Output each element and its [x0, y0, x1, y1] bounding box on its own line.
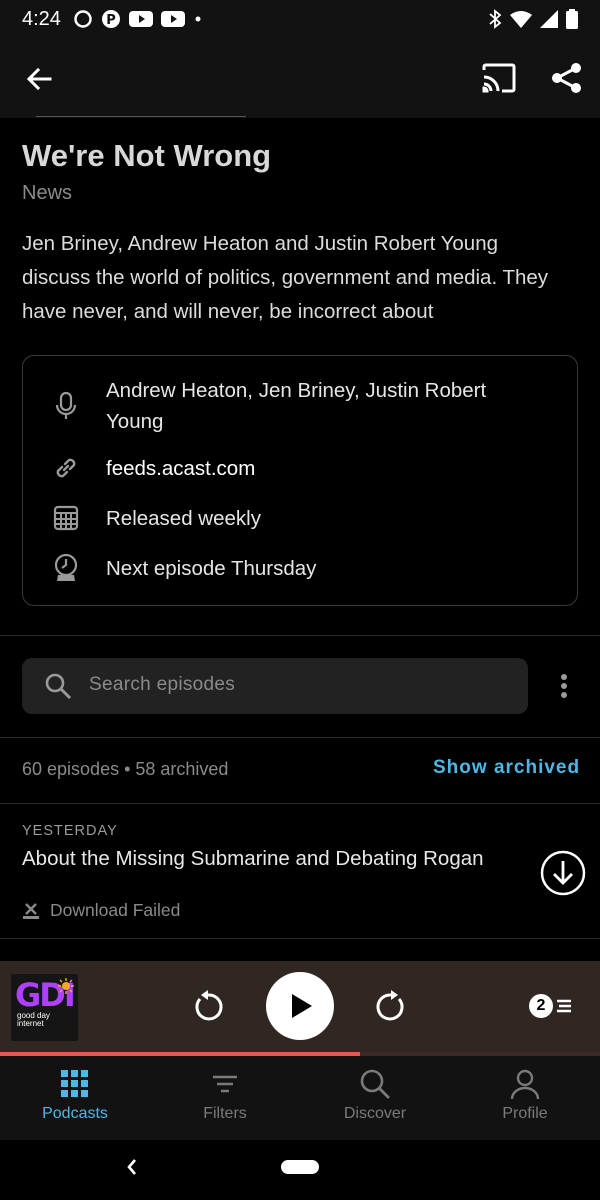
authors-text: Andrew Heaton, Jen Briney, Justin Robert… — [106, 379, 487, 433]
arrow-back-icon — [26, 67, 52, 91]
episode-status-text: Download Failed — [50, 900, 181, 920]
clock-icon — [51, 553, 81, 583]
mini-player[interactable]: GDI good day internet 2 — [0, 961, 600, 1053]
artwork-subtext: good day internet — [17, 1011, 50, 1028]
episode-artwork[interactable]: GDI good day internet — [11, 974, 78, 1041]
next-episode-text: Next episode Thursday — [106, 557, 317, 580]
pinterest-icon: P — [101, 10, 120, 28]
queue-list-icon — [557, 999, 571, 1013]
section-divider — [0, 803, 600, 804]
more-options-button[interactable] — [550, 668, 578, 704]
section-divider — [0, 737, 600, 738]
podcast-description[interactable]: Jen Briney, Andrew Heaton and Justin Rob… — [22, 227, 562, 329]
up-next-button[interactable]: 2 — [529, 994, 573, 1018]
youtube-icon — [160, 11, 185, 27]
filter-icon — [209, 1068, 241, 1100]
podcast-title: We're Not Wrong — [22, 138, 272, 173]
show-archived-button[interactable]: Show archived — [433, 757, 580, 779]
rewind-icon — [195, 990, 223, 1021]
section-divider — [0, 635, 600, 636]
share-icon — [552, 63, 581, 93]
notification-icons: P — [73, 9, 203, 29]
system-home-button[interactable] — [281, 1160, 319, 1174]
system-navigation-bar — [0, 1140, 600, 1200]
podcast-category[interactable]: News — [22, 182, 72, 205]
download-button[interactable] — [540, 850, 586, 896]
search-placeholder: Search episodes — [89, 674, 236, 695]
cast-button[interactable] — [481, 62, 517, 94]
schedule-text: Released weekly — [106, 507, 261, 530]
system-back-button[interactable] — [122, 1154, 142, 1180]
profile-icon — [509, 1068, 541, 1100]
search-episodes-input[interactable]: Search episodes — [22, 658, 528, 714]
microphone-icon — [51, 391, 81, 421]
youtube-icon — [128, 11, 153, 27]
play-button[interactable] — [266, 972, 334, 1040]
search-icon — [44, 672, 72, 700]
nav-discover[interactable]: Discover — [300, 1056, 450, 1140]
system-status-icons — [488, 9, 578, 29]
nav-podcasts-label: Podcasts — [42, 1105, 108, 1122]
episode-title[interactable]: About the Missing Submarine and Debating… — [22, 845, 502, 872]
status-time: 4:24 — [22, 7, 61, 30]
nav-filters[interactable]: Filters — [150, 1056, 300, 1140]
svg-text:P: P — [106, 13, 116, 28]
circle-notification-icon — [74, 10, 92, 28]
download-failed-icon — [23, 902, 39, 919]
chevron-left-icon — [127, 1159, 136, 1175]
nav-profile[interactable]: Profile — [450, 1056, 600, 1140]
nav-filters-label: Filters — [203, 1105, 247, 1122]
cast-icon — [482, 63, 516, 93]
battery-icon — [566, 9, 578, 29]
queue-count-badge: 2 — [529, 994, 553, 1018]
search-icon — [359, 1068, 391, 1100]
podcasts-grid-icon — [59, 1068, 91, 1100]
website-link[interactable]: feeds.acast.com — [106, 453, 546, 484]
share-button[interactable] — [550, 61, 584, 95]
skip-forward-button[interactable] — [373, 989, 409, 1025]
nav-podcasts[interactable]: Podcasts — [0, 1056, 150, 1140]
fast-forward-icon — [376, 990, 404, 1021]
nav-discover-label: Discover — [343, 1105, 407, 1122]
bottom-navigation: Podcasts Filters Discover Profile — [0, 1056, 600, 1140]
calendar-icon — [51, 503, 81, 533]
more-vert-icon — [561, 674, 567, 698]
episode-status: Download Failed — [22, 900, 180, 921]
back-button[interactable] — [22, 62, 56, 96]
skip-back-button[interactable] — [190, 989, 226, 1025]
bluetooth-icon — [489, 9, 502, 29]
podcast-info-card: Andrew Heaton, Jen Briney, Justin Robert… — [22, 355, 578, 606]
sun-icon — [58, 978, 74, 994]
link-icon — [51, 453, 81, 483]
signal-icon — [540, 10, 558, 28]
episode-count: 60 episodes • 58 archived — [22, 759, 229, 779]
play-icon — [292, 994, 312, 1018]
status-bar: 4:24 P — [0, 0, 600, 38]
wifi-icon — [510, 11, 532, 28]
dot-icon — [195, 16, 201, 22]
episode-date: YESTERDAY — [22, 823, 118, 839]
download-icon — [540, 850, 586, 896]
app-bar — [0, 38, 600, 118]
nav-profile-label: Profile — [502, 1105, 548, 1122]
header-divider — [36, 116, 246, 117]
section-divider — [0, 938, 600, 939]
